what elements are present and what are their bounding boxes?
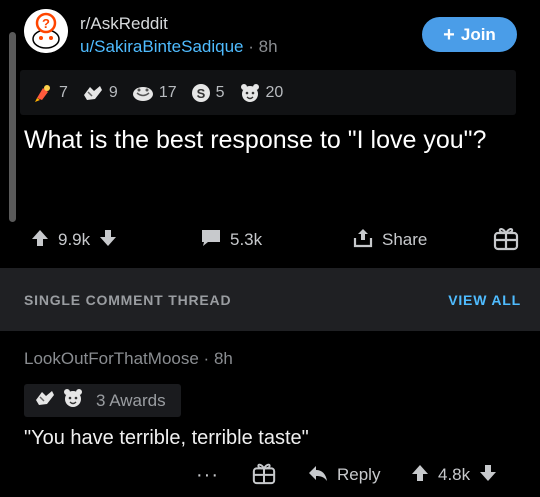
reply-label: Reply [337,465,381,484]
award-count: 9 [108,83,118,101]
award-item: 7 [34,83,68,103]
comment-age: 8h [213,349,233,368]
comment: LookOutForThatMoose · 8h 3 Awards "You h… [0,331,540,497]
share-icon [352,227,374,254]
reply-button[interactable]: Reply [307,459,380,491]
scrollbar-thumb[interactable] [9,32,16,222]
post-title[interactable]: What is the best response to "I love you… [24,125,514,156]
post-card: ? r/AskReddit u/SakiraBinteSadique · 8h … [0,0,540,268]
award-count: 5 [215,83,225,101]
helpful-award-icon [132,83,154,103]
awards-bar[interactable]: 7 9 17 S 5 20 [20,70,516,115]
bear-award-icon [62,387,84,414]
comment-awards[interactable]: 3 Awards [24,384,181,417]
upvote-icon[interactable] [410,463,430,488]
gift-icon [493,225,519,256]
vote-group: 4.8k [410,459,498,491]
comment-icon [200,228,222,253]
comment-score: 4.8k [438,465,471,484]
reply-icon [307,463,329,488]
meta-separator: · [248,37,254,56]
award-count: 17 [158,83,177,101]
downvote-icon[interactable] [478,463,498,488]
wholesome-award-icon [82,83,104,103]
svg-text:?: ? [42,16,50,31]
award-item: 17 [132,83,177,103]
meta-separator: · [203,349,210,368]
upvote-icon[interactable] [30,228,50,253]
join-button[interactable]: + Join [422,17,517,52]
share-label: Share [382,230,428,249]
rocket-like-award-icon [34,83,54,103]
comments-button[interactable]: 5.3k [200,224,262,256]
award-item: S 5 [191,83,225,103]
more-icon: ··· [196,463,219,486]
comment-count: 5.3k [230,230,263,249]
downvote-icon[interactable] [98,228,118,253]
give-award-button[interactable] [252,459,276,491]
award-item: 9 [82,83,118,103]
gift-icon [252,461,276,490]
bear-award-icon [239,82,261,104]
silver-award-icon: S [191,83,211,103]
more-options-button[interactable]: ··· [196,459,219,491]
comment-author[interactable]: LookOutForThatMoose [24,349,199,368]
thread-title: SINGLE COMMENT THREAD [24,292,232,308]
plus-icon: + [443,23,455,46]
awards-count-label: 3 Awards [96,390,166,410]
post-actions: 9.9k 5.3k Share [0,224,540,256]
svg-text:S: S [196,86,205,101]
wholesome-award-icon [34,388,56,413]
subreddit-avatar[interactable]: ? [24,9,68,53]
award-count: 7 [59,83,68,101]
post-age: 8h [258,37,278,56]
comment-body: "You have terrible, terrible taste" [24,427,309,449]
award-count: 20 [265,83,284,101]
view-all-link[interactable]: VIEW ALL [448,292,521,308]
join-label: Join [460,24,496,44]
give-award-button[interactable] [493,224,519,256]
award-item: 20 [239,82,284,104]
subreddit-name[interactable]: r/AskReddit [80,14,168,34]
vote-group: 9.9k [30,224,118,256]
post-score: 9.9k [58,230,91,249]
comment-actions: ··· Reply 4.8k [0,459,540,491]
post-meta: u/SakiraBinteSadique · 8h [80,37,278,57]
post-author[interactable]: u/SakiraBinteSadique [80,37,244,56]
comment-meta: LookOutForThatMoose · 8h [24,349,233,369]
share-button[interactable]: Share [352,224,427,256]
thread-header: SINGLE COMMENT THREAD VIEW ALL [0,268,540,331]
